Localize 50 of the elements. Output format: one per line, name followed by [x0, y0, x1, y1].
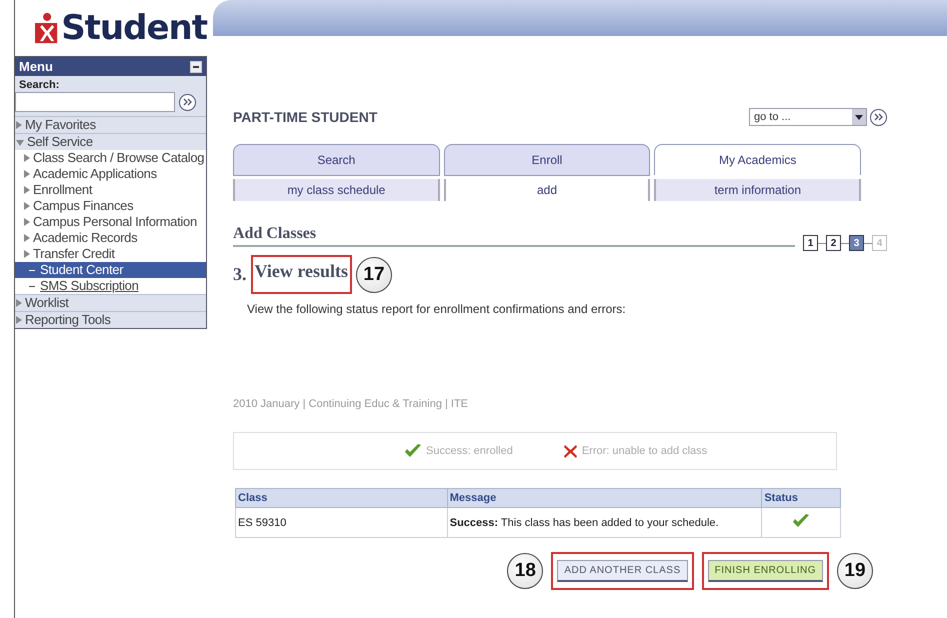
legend-label: Error: unable to add class	[582, 445, 708, 457]
column-header: Status	[762, 488, 840, 508]
goto-dropdown[interactable]: go to ...	[749, 108, 867, 126]
action-button[interactable]: FINISH ENROLLING	[708, 560, 823, 582]
menu-item[interactable]: Campus Finances	[15, 198, 206, 214]
menu-item[interactable]: Academic Applications	[15, 166, 206, 182]
instructions: View the following status report for enrollment confirmations and errors:	[247, 302, 627, 316]
term-info: 2010 January | Continuing Educ & Training | ITE	[233, 398, 470, 410]
logo-text: Student	[61, 8, 207, 48]
table-cell: Success: This class has been added to your schedule.	[447, 508, 762, 538]
action-button[interactable]: ADD ANOTHER CLASS	[557, 560, 688, 582]
menu-item[interactable]: Class Search / Browse Catalog	[15, 150, 206, 166]
search-field[interactable]	[15, 92, 175, 112]
step-indicator[interactable]: 1	[803, 235, 818, 251]
collapse-icon[interactable]	[190, 60, 202, 72]
tab[interactable]: Search	[233, 144, 440, 176]
menu-item[interactable]: Academic Records	[15, 230, 206, 246]
menu-title: Menu	[19, 59, 53, 74]
step-indicator[interactable]: 3	[849, 235, 864, 251]
check-icon	[792, 513, 810, 529]
menu-item[interactable]: SMS Subscription	[15, 278, 206, 294]
logo-icon	[33, 10, 60, 46]
page-title: PART-TIME STUDENT	[233, 109, 378, 125]
subtab[interactable]: my class schedule	[233, 179, 440, 201]
go-icon[interactable]	[179, 94, 196, 110]
column-header: Class	[236, 488, 448, 508]
callout-number: 17	[356, 256, 392, 292]
callout-number: 18	[507, 553, 544, 589]
step-title: View results	[250, 255, 352, 294]
go-icon[interactable]	[870, 108, 887, 126]
subtab[interactable]: term information	[654, 179, 862, 201]
menu-item[interactable]: Enrollment	[15, 182, 206, 198]
menu-item[interactable]: My Favorites	[15, 116, 206, 133]
step-indicator[interactable]: 2	[826, 235, 841, 251]
check-icon	[404, 443, 422, 459]
subtab[interactable]: add	[444, 179, 650, 201]
legend-label: Success: enrolled	[426, 445, 513, 457]
menu-item[interactable]: Student Center	[15, 262, 206, 278]
tab[interactable]: Enroll	[444, 144, 650, 176]
table-cell: ES 59310	[236, 508, 448, 538]
menu-item[interactable]: Campus Personal Information	[15, 214, 206, 230]
callout-number: 19	[837, 553, 873, 589]
tab[interactable]: My Academics	[654, 144, 862, 175]
error-x-icon	[562, 444, 578, 458]
step-number: 3.	[233, 264, 246, 285]
menu-item[interactable]: Transfer Credit	[15, 246, 206, 262]
search-label: Search:	[18, 78, 60, 92]
menu-item[interactable]: Reporting Tools	[15, 311, 206, 328]
column-header: Message	[447, 488, 762, 508]
section-title: Add Classes	[233, 225, 318, 243]
